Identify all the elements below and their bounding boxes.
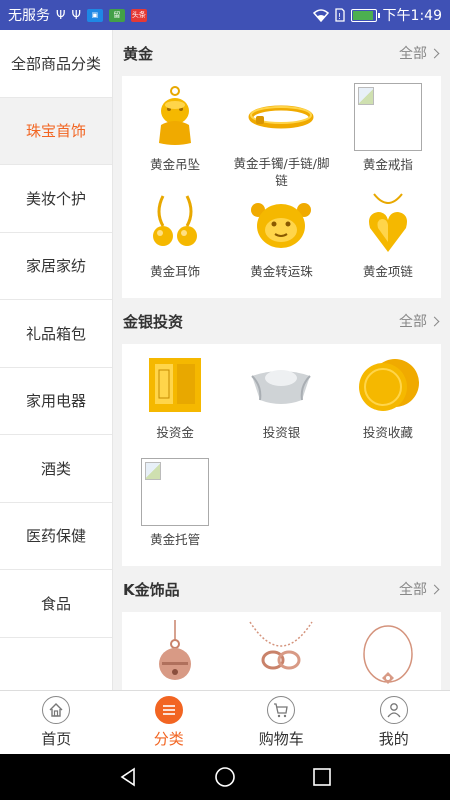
product-item[interactable]: 黄金手镯/手链/脚链 <box>228 82 334 189</box>
product-item[interactable] <box>122 618 228 690</box>
nav-category[interactable]: 分类 <box>113 691 226 754</box>
sidebar-item-gifts-bags[interactable]: 礼品箱包 <box>0 300 112 368</box>
silver-ingot-icon <box>246 352 316 418</box>
product-item[interactable]: 投资金 <box>122 350 228 457</box>
gold-bead-icon <box>246 191 316 257</box>
product-item[interactable]: 黄金项链 <box>335 189 441 296</box>
gold-necklace-icon <box>353 191 423 257</box>
nav-profile[interactable]: 我的 <box>338 691 450 754</box>
view-all-link[interactable]: 全部 <box>399 311 440 331</box>
section-header-k-gold: K金饰品 全部 <box>113 566 450 612</box>
broken-image-icon <box>353 83 422 151</box>
view-all-link[interactable]: 全部 <box>399 579 440 599</box>
product-item[interactable]: 黄金戒指 <box>335 82 441 189</box>
section-header-investment: 金银投资 全部 <box>113 298 450 344</box>
cart-icon <box>267 696 296 724</box>
product-item[interactable]: 投资收藏 <box>335 350 441 457</box>
product-item[interactable]: 黄金吊坠 <box>122 82 228 189</box>
gold-bracelet-icon <box>246 84 316 149</box>
usb-icon: Ψ <box>71 8 81 22</box>
user-icon <box>379 696 408 724</box>
product-item[interactable]: 投资银 <box>228 350 334 457</box>
rose-gold-bell-pendant-icon <box>140 620 210 686</box>
sidebar-item-liquor[interactable]: 酒类 <box>0 435 112 503</box>
category-content: 黄金 全部 黄金吊坠 黄金手镯/手链/脚链 黄金戒指 黄金耳饰 黄金转运珠 黄金… <box>113 30 450 690</box>
sidebar-item-appliances[interactable]: 家用电器 <box>0 368 112 435</box>
chevron-right-icon <box>429 316 440 326</box>
product-item[interactable] <box>335 618 441 690</box>
gold-coin-icon <box>353 352 423 418</box>
sim-icon: ! <box>334 8 345 22</box>
bottom-nav: 首页 分类 购物车 我的 <box>0 690 450 754</box>
rose-gold-necklace-icon <box>246 620 316 686</box>
category-sidebar: 全部商品分类 珠宝首饰 美妆个护 家居家纺 礼品箱包 家用电器 酒类 医药保健 … <box>0 30 113 690</box>
svg-text:!: ! <box>338 12 341 21</box>
battery-icon <box>350 8 380 22</box>
sidebar-item-jewelry[interactable]: 珠宝首饰 <box>0 97 112 165</box>
broken-image-icon <box>141 458 210 526</box>
news-app-icon: 头条 <box>130 8 147 22</box>
carrier-text: 无服务 <box>8 8 50 24</box>
status-bar: 无服务 Ψ Ψ ▣ 留 头条 ! 下午1:49 <box>0 0 450 30</box>
product-grid-gold: 黄金吊坠 黄金手镯/手链/脚链 黄金戒指 黄金耳饰 黄金转运珠 黄金项链 <box>122 76 441 298</box>
sidebar-item-home-textiles[interactable]: 家居家纺 <box>0 233 112 300</box>
product-item[interactable]: 黄金托管 <box>122 457 228 564</box>
sidebar-item-health[interactable]: 医药保健 <box>0 503 112 570</box>
section-title: 黄金 <box>123 44 154 63</box>
sidebar-item-food[interactable]: 食品 <box>0 570 112 638</box>
product-grid-k-gold <box>122 612 441 690</box>
gold-earrings-icon <box>140 191 210 257</box>
recents-icon[interactable] <box>312 767 332 787</box>
home-button-icon[interactable] <box>214 766 236 788</box>
app-notification-icon: ▣ <box>86 8 103 22</box>
sidebar-item-all-categories[interactable]: 全部商品分类 <box>0 30 112 98</box>
product-item[interactable]: 黄金转运珠 <box>228 189 334 296</box>
app-notification-icon: 留 <box>108 8 125 22</box>
back-icon[interactable] <box>118 767 138 787</box>
wifi-icon <box>312 8 329 22</box>
chevron-right-icon <box>429 48 440 58</box>
section-title: K金饰品 <box>123 580 180 599</box>
clock-time: 下午1:49 <box>382 8 442 24</box>
nav-cart[interactable]: 购物车 <box>225 691 338 754</box>
chevron-right-icon <box>429 584 440 594</box>
usb-icon: Ψ <box>56 8 66 22</box>
section-header-gold: 黄金 全部 <box>113 30 450 76</box>
product-item[interactable] <box>228 618 334 690</box>
product-item[interactable]: 黄金耳饰 <box>122 189 228 296</box>
nav-home[interactable]: 首页 <box>0 691 113 754</box>
section-title: 金银投资 <box>123 312 184 331</box>
system-nav-bar <box>0 754 450 800</box>
gold-bar-icon <box>140 352 210 418</box>
category-list-icon <box>154 696 183 724</box>
sidebar-item-beauty[interactable]: 美妆个护 <box>0 165 112 233</box>
home-icon <box>42 696 71 724</box>
product-grid-investment: 投资金 投资银 投资收藏 黄金托管 <box>122 344 441 566</box>
gold-pendant-icon <box>140 84 210 150</box>
view-all-link[interactable]: 全部 <box>399 43 440 63</box>
rose-gold-bracelet-icon <box>353 620 423 686</box>
